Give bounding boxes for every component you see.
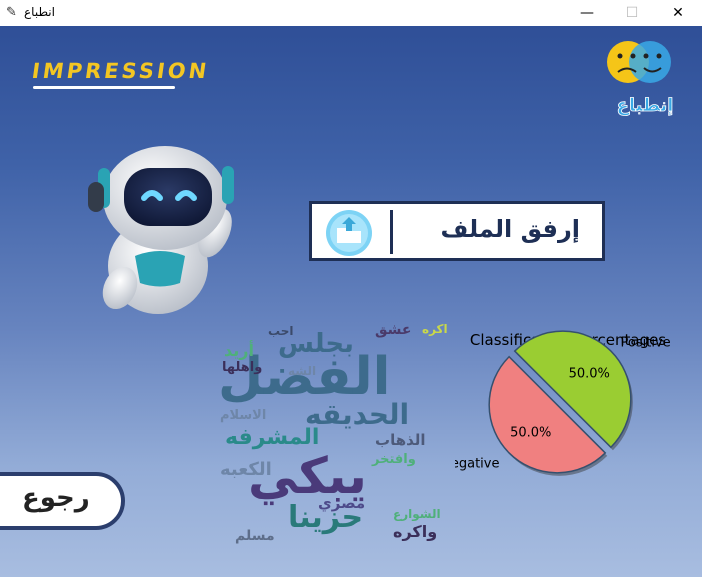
window-title: انطباع [24,5,55,19]
word-cloud-word: اكره [422,322,448,336]
word-cloud-word: الشوارع [393,507,441,521]
logo-text: إنطباع [617,95,674,116]
word-cloud-word: الكعبه [220,459,272,480]
word-cloud-word: مسلم [235,528,275,544]
word-cloud-word: الحديقه [305,398,410,431]
upload-file-icon [326,210,372,256]
back-button[interactable]: رجوع [0,472,125,530]
word-cloud-word: واكره [393,522,438,541]
app-logo-icon: إنطباع [607,41,674,116]
pie-value-label: 50.0% [569,367,610,382]
impression-heading: IMPRESSION [30,59,211,83]
word-cloud-word: أريد [224,341,254,360]
word-cloud-word: عشق [375,322,412,338]
minimize-button[interactable]: — [564,0,610,26]
close-button[interactable]: ✕ [655,0,701,26]
word-cloud-word: وافتخر [372,452,416,467]
pie-value-label: 50.0% [510,425,551,440]
pie-category-label: Negative [455,457,499,472]
app-window: ✎ انطباع — ☐ ✕ IMPRESSION إنطباع إرفق ال… [0,0,702,577]
maximize-button[interactable]: ☐ [609,0,655,26]
word-cloud-word: واهلها [222,360,263,375]
main-content: IMPRESSION إنطباع إرفق الملف الفضل يبكي … [0,26,702,577]
back-label: رجوع [22,483,90,513]
word-cloud: الفضل يبكي الحديقه المشرفه حزينا بجلس عشق اكره ا… [210,291,460,543]
classification-pie-chart: Classification Percentages50.0%Positive5… [455,330,671,476]
word-cloud-word: احب [268,324,294,338]
upload-file-button[interactable]: إرفق الملف [309,201,605,261]
title-bar: ✎ انطباع — ☐ ✕ [0,0,702,27]
word-cloud-word: مصري [318,494,366,512]
word-cloud-word: الاسلام [220,408,267,423]
word-cloud-word: المشرفه [225,425,320,450]
impression-underline [33,86,175,89]
upload-separator [390,210,393,254]
feather-icon: ✎ [6,5,17,20]
word-cloud-word: الشه [288,364,317,378]
pie-category-label: Positive [621,335,671,350]
word-cloud-word: الذهاب [375,431,426,449]
upload-label: إرفق الملف [440,215,580,243]
